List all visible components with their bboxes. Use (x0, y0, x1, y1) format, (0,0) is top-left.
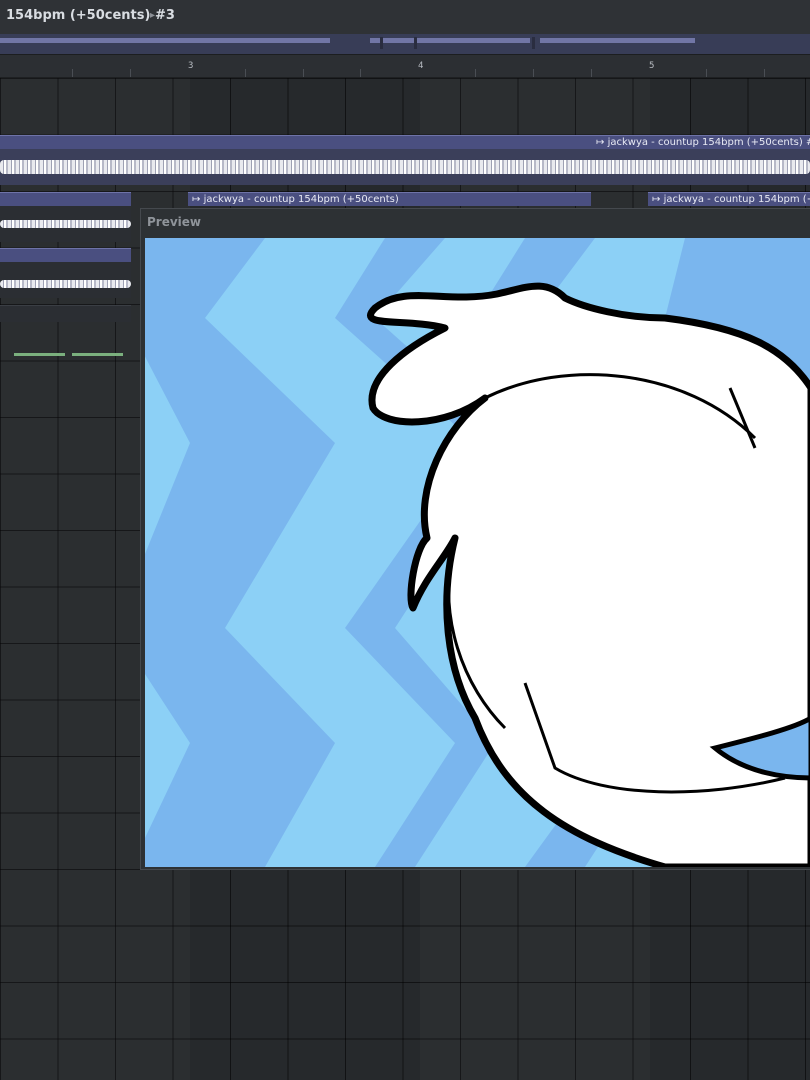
clip-label: jackwya - countup 154bpm (+50cents) #3 (607, 137, 810, 148)
clip-header[interactable] (0, 135, 592, 149)
audio-clip-track2-right[interactable]: ↦ jackwya - countup 154bpm (+50cents) (648, 192, 810, 206)
playlist-overview-scrollbar[interactable] (0, 34, 810, 55)
ruler-bar-number: 3 (188, 61, 194, 71)
clip-header[interactable]: ↦ jackwya - countup 154bpm (+50cents) #3 (592, 135, 810, 149)
preview-window[interactable]: Preview (140, 208, 810, 870)
overview-segment (0, 38, 330, 43)
audio-waveform (0, 220, 131, 228)
ruler-tick (303, 69, 304, 77)
timeline-ruler[interactable]: 3 4 5 (0, 55, 810, 78)
ruler-tick (591, 69, 592, 77)
preview-video-frame (145, 238, 810, 867)
ruler-tick (360, 69, 361, 77)
clip-icon: ↦ (192, 194, 201, 205)
clip-header[interactable] (0, 192, 131, 206)
clip-waveform-area (0, 206, 131, 242)
audio-clip-track2-left[interactable] (0, 192, 131, 242)
automation-segment (72, 353, 123, 356)
audio-clip-track1[interactable]: ↦ jackwya - countup 154bpm (+50cents) #3 (0, 135, 810, 185)
ruler-bar-number: 5 (649, 61, 655, 71)
clip-label: jackwya - countup 154bpm (+50cents) (663, 194, 810, 205)
overview-marker (532, 37, 535, 49)
ruler-tick (475, 69, 476, 77)
audio-waveform (0, 280, 131, 288)
overview-segment (370, 38, 530, 43)
ruler-tick (706, 69, 707, 77)
clip-waveform-area (0, 262, 131, 298)
audio-clip-track2-mid[interactable]: ↦ jackwya - countup 154bpm (+50cents) (188, 192, 591, 206)
overview-segment (540, 38, 695, 43)
ruler-tick (764, 69, 765, 77)
clip-header[interactable] (0, 248, 131, 262)
clip-label: jackwya - countup 154bpm (+50cents) (203, 194, 399, 205)
clip-icon: ↦ (596, 137, 605, 148)
ruler-tick (72, 69, 73, 77)
ruler-bar-number: 4 (418, 61, 424, 71)
ruler-tick (130, 69, 131, 77)
ruler-tick (245, 69, 246, 77)
ruler-tick (533, 69, 534, 77)
title-dropdown-arrow-icon[interactable]: ▸ (150, 10, 155, 21)
audio-clip-track3[interactable] (0, 248, 131, 298)
preview-artwork (145, 238, 810, 867)
overview-marker (414, 37, 417, 49)
clip-icon: ↦ (652, 194, 661, 205)
preview-title: Preview (147, 215, 202, 229)
overview-marker (380, 37, 383, 49)
automation-clip[interactable] (0, 305, 131, 322)
audio-waveform (0, 160, 810, 174)
playlist-title-bar: 154bpm (+50cents) #3 ▸ (0, 0, 810, 35)
automation-segment (14, 353, 65, 356)
clip-waveform-area (0, 149, 810, 185)
